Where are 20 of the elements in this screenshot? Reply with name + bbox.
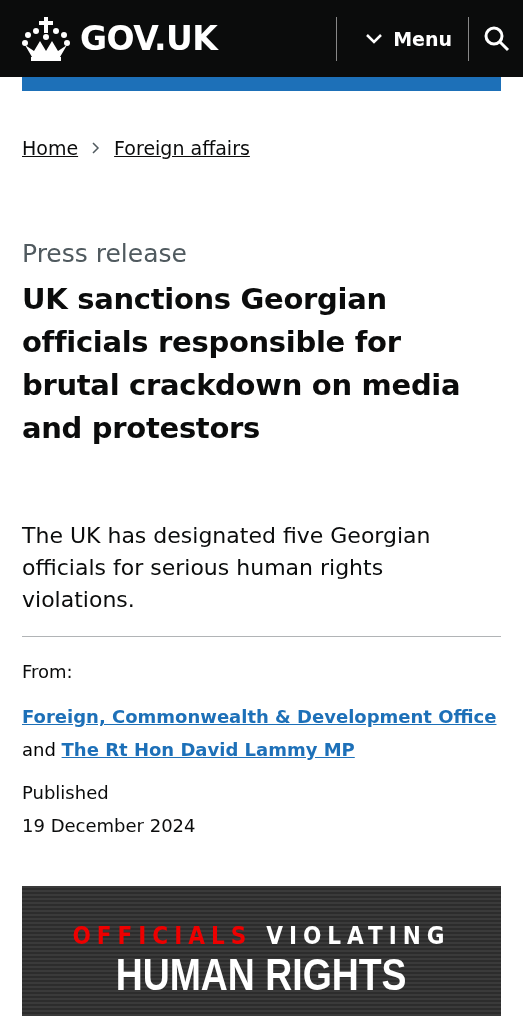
crown-icon <box>22 16 70 61</box>
menu-button[interactable]: Menu <box>337 13 468 64</box>
page-title: UK sanctions Georgian officials responsible for brutal crackdown on media and protestors <box>22 281 462 447</box>
search-icon <box>483 24 511 53</box>
from-label: From: <box>22 660 74 684</box>
breadcrumb-link[interactable]: Foreign affairs <box>114 137 250 159</box>
published-date: 19 December 2024 <box>22 814 197 838</box>
lead-paragraph: The UK has designated five Georgian officials for serious human rights violations. <box>22 522 432 614</box>
banner-text: VIOLATING <box>266 922 451 950</box>
organisations-text: Foreign, Commonwealth & Development Office and The Rt Hon David Lammy MP <box>22 705 498 762</box>
organisation-link[interactable]: The Rt Hon David Lammy MP <box>61 739 355 760</box>
chevron-down-icon <box>365 32 384 45</box>
site-logo-link[interactable]: GOV.UK <box>80 19 218 58</box>
banner-text: OFFICIALS <box>72 922 253 950</box>
document-type: Press release <box>22 239 188 268</box>
published-label: Published <box>22 781 110 805</box>
banner-headline: HUMAN RIGHTS <box>116 950 407 1000</box>
organisation-link[interactable]: Foreign, Commonwealth & Development Office <box>22 706 497 727</box>
chevron-right-icon <box>92 142 101 154</box>
breadcrumb-link[interactable]: Home <box>22 137 79 159</box>
